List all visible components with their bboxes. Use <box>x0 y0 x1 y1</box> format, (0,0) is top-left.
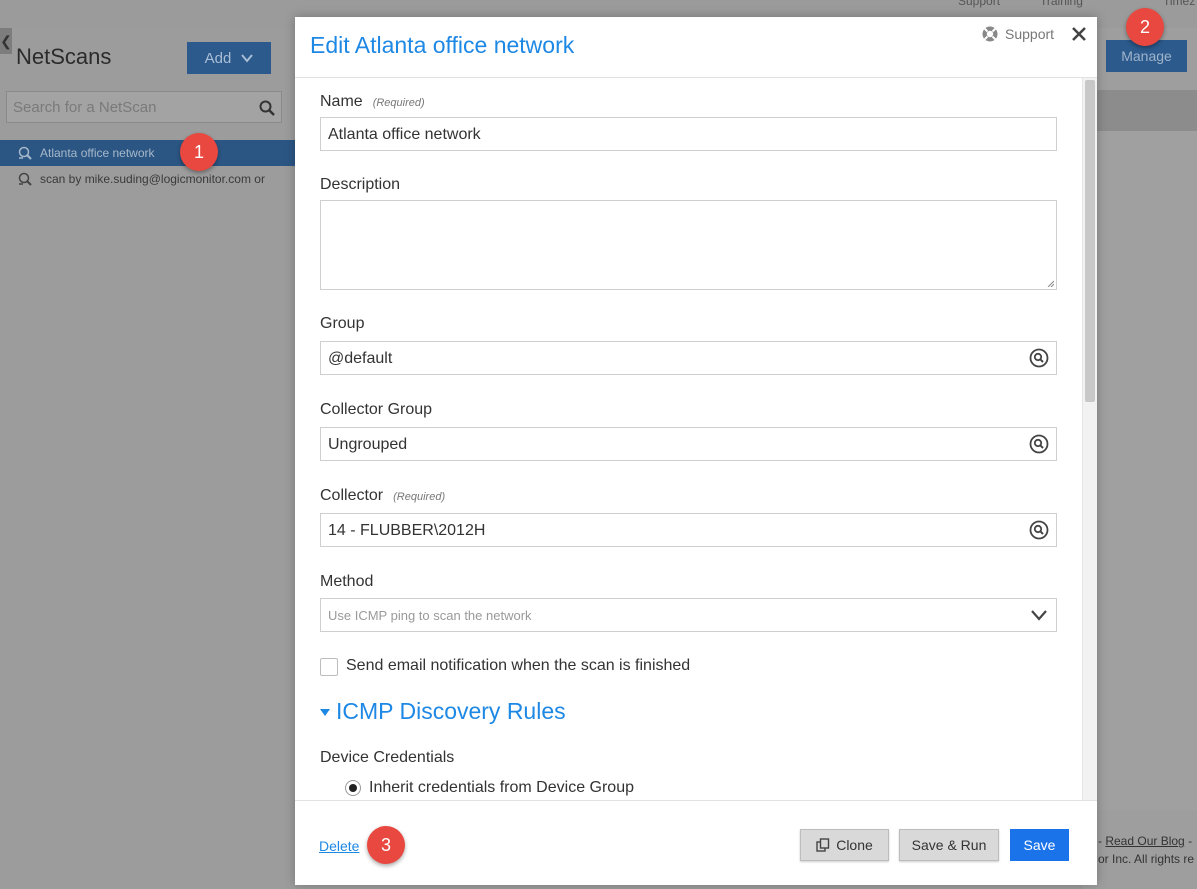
name-input[interactable]: Atlanta office network <box>320 117 1057 151</box>
support-link[interactable]: Support <box>981 25 1054 43</box>
add-button-label: Add <box>204 49 232 67</box>
email-notification-checkbox[interactable] <box>320 658 338 676</box>
inherit-credentials-label: Inherit credentials from Device Group <box>369 779 634 796</box>
collapse-triangle-icon[interactable] <box>320 709 330 716</box>
collector-label: Collector (Required) <box>320 487 446 504</box>
netscan-list-item-mike[interactable]: scan by mike.suding@logicmonitor.com or <box>18 172 265 186</box>
inherit-credentials-radio[interactable] <box>345 780 361 796</box>
dialog-header: Edit Atlanta office network Support <box>295 17 1097 78</box>
delete-link[interactable]: Delete <box>319 838 359 854</box>
top-timezone-link[interactable]: Timez <box>1163 0 1195 8</box>
collapse-sidebar-icon[interactable]: ❮ <box>0 28 12 54</box>
collector-group-input[interactable]: Ungrouped <box>320 427 1057 461</box>
description-textarea[interactable] <box>320 200 1057 290</box>
scrollbar-thumb[interactable] <box>1085 80 1095 402</box>
dialog-scrollbar[interactable] <box>1082 78 1097 800</box>
clone-icon <box>816 838 830 852</box>
chevron-down-icon <box>1031 610 1047 621</box>
collector-group-label: Collector Group <box>320 401 433 418</box>
list-item-label: scan by mike.suding@logicmonitor.com or <box>40 172 265 186</box>
close-icon[interactable] <box>1069 24 1089 44</box>
annotation-badge-3: 3 <box>367 826 405 864</box>
copyright-text: or Inc. All rights re <box>1098 852 1195 866</box>
netscan-icon <box>18 172 32 186</box>
read-blog-link[interactable]: Read Our Blog <box>1105 834 1184 848</box>
chevron-down-icon <box>241 54 254 63</box>
group-label: Group <box>320 315 365 332</box>
dialog-footer: Delete Clone Save & Run Save <box>295 800 1097 885</box>
footer-links: - Read Our Blog - or Inc. All rights re <box>1098 834 1195 866</box>
support-label: Support <box>1005 26 1055 42</box>
annotation-badge-2: 2 <box>1126 8 1164 46</box>
clone-button[interactable]: Clone <box>800 829 889 861</box>
add-button[interactable]: Add <box>187 42 271 74</box>
netscans-title: NetScans <box>16 44 112 69</box>
netscan-search[interactable]: Search for a NetScan <box>6 91 282 123</box>
required-hint: (Required) <box>393 491 446 503</box>
annotation-badge-1: 1 <box>180 133 218 171</box>
search-placeholder: Search for a NetScan <box>13 99 157 116</box>
email-notification-label: Send email notification when the scan is… <box>346 657 691 674</box>
collector-input[interactable]: 14 - FLUBBER\2012H <box>320 513 1057 547</box>
description-label: Description <box>320 176 401 193</box>
resize-grip-icon[interactable] <box>1047 280 1054 287</box>
lifebuoy-icon <box>982 26 998 42</box>
list-item-label: Atlanta office network <box>40 146 155 160</box>
search-icon[interactable] <box>1029 348 1049 368</box>
clone-label: Clone <box>836 837 873 853</box>
name-label: Name (Required) <box>320 93 425 110</box>
required-hint: (Required) <box>372 97 425 109</box>
edit-netscan-dialog: Edit Atlanta office network Support Name… <box>295 17 1097 885</box>
top-training-link[interactable]: Training <box>1040 0 1083 8</box>
group-input[interactable]: @default <box>320 341 1057 375</box>
save-and-run-button[interactable]: Save & Run <box>899 829 999 861</box>
device-credentials-label: Device Credentials <box>320 749 455 766</box>
netscan-icon <box>18 146 32 160</box>
icmp-discovery-rules-heading[interactable]: ICMP Discovery Rules <box>336 698 566 725</box>
method-select[interactable]: Use ICMP ping to scan the network <box>320 598 1057 632</box>
netscan-list-item-atlanta[interactable]: Atlanta office network <box>18 146 155 160</box>
right-header-band <box>1083 90 1197 131</box>
right-content-panel <box>1083 131 1197 810</box>
search-icon[interactable] <box>1029 434 1049 454</box>
top-support-link[interactable]: Support <box>958 0 1000 8</box>
dialog-body: Name (Required) Atlanta office network De… <box>295 78 1081 800</box>
search-icon[interactable] <box>1029 520 1049 540</box>
save-button[interactable]: Save <box>1010 829 1069 861</box>
method-label: Method <box>320 573 374 590</box>
search-icon[interactable] <box>259 100 275 116</box>
dialog-title: Edit Atlanta office network <box>310 32 575 58</box>
